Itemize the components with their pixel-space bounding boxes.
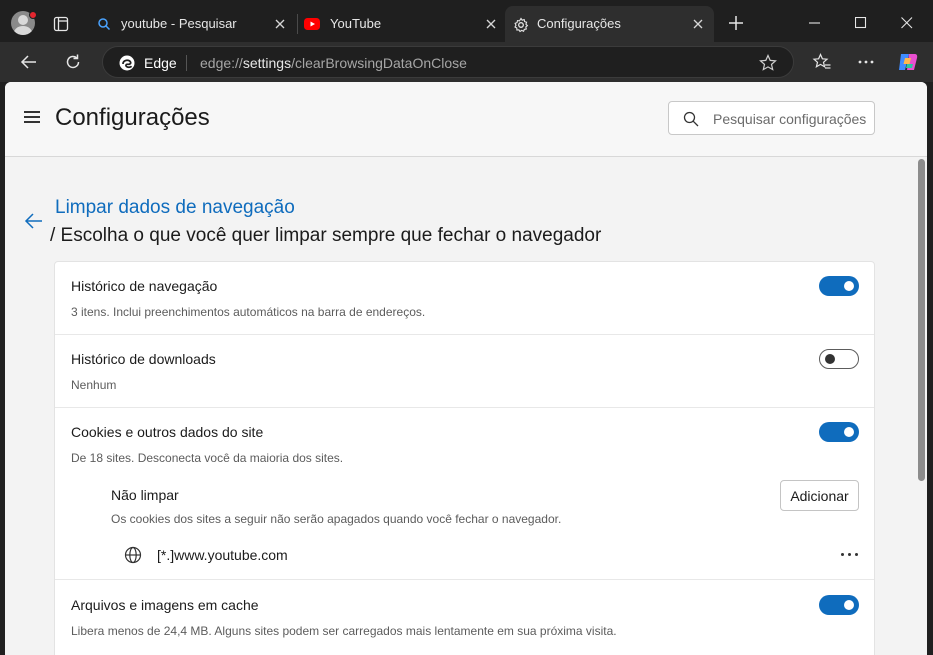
close-icon[interactable] [273, 17, 287, 31]
back-button[interactable] [14, 48, 44, 76]
tab-settings[interactable]: Configurações [505, 6, 714, 44]
favorites-icon [812, 53, 831, 69]
toggle-cookies[interactable] [819, 422, 859, 442]
setting-title: Arquivos e imagens em cache [71, 597, 259, 613]
site-more-button[interactable] [839, 545, 863, 563]
setting-title: Histórico de navegação [71, 278, 218, 294]
row-divider [55, 407, 874, 408]
gear-icon [514, 17, 529, 33]
more-menu-button[interactable] [851, 48, 881, 76]
address-url[interactable]: edge://settings/clearBrowsingDataOnClose [200, 55, 467, 71]
exception-site: [*.]www.youtube.com [157, 547, 288, 563]
search-icon [683, 111, 699, 127]
tab-title: YouTube [330, 16, 382, 31]
tab-actions-button[interactable] [47, 10, 75, 38]
exceptions-title: Não limpar [111, 487, 179, 503]
settings-header: Configurações [5, 82, 927, 157]
tab-title: youtube - Pesquisar [121, 16, 237, 31]
search-icon [98, 18, 111, 31]
close-icon [901, 17, 913, 29]
address-brand: Edge [144, 55, 177, 71]
refresh-button[interactable] [58, 48, 88, 76]
minimize-button[interactable] [792, 8, 838, 38]
settings-page: Configurações Limpar dados de navegação … [5, 82, 927, 655]
add-exception-button[interactable]: Adicionar [780, 480, 859, 511]
edge-logo-icon [119, 55, 135, 71]
profile-notification-badge [29, 11, 37, 19]
row-divider [55, 334, 874, 335]
url-scheme: edge:// [200, 55, 243, 71]
refresh-icon [66, 54, 80, 69]
more-horizontal-icon [858, 60, 874, 64]
plus-icon [729, 16, 743, 30]
youtube-icon [304, 18, 320, 30]
breadcrumb-link[interactable]: Limpar dados de navegação [55, 197, 295, 219]
address-toolbar: Edge edge://settings/clearBrowsingDataOn… [0, 42, 933, 82]
address-bar[interactable]: Edge edge://settings/clearBrowsingDataOn… [102, 46, 794, 78]
tab-youtube-search[interactable]: youtube - Pesquisar [86, 6, 298, 42]
minimize-icon [809, 22, 820, 24]
tab-youtube[interactable]: YouTube [299, 6, 505, 42]
exceptions-description: Os cookies dos sites a seguir não serão … [111, 512, 562, 526]
star-icon[interactable] [758, 53, 778, 73]
breadcrumb-current: / Escolha o que você quer limpar sempre … [50, 225, 602, 246]
setting-description: Nenhum [71, 378, 117, 392]
scrollbar-thumb[interactable] [918, 159, 925, 481]
row-divider [55, 579, 874, 580]
tab-separator [297, 14, 298, 34]
tab-actions-icon [53, 16, 69, 32]
new-tab-button[interactable] [724, 10, 748, 36]
hamburger-menu-button[interactable] [24, 109, 42, 125]
close-icon[interactable] [484, 17, 498, 31]
arrow-left-icon [20, 55, 36, 69]
url-host: settings [242, 55, 292, 71]
globe-icon [124, 546, 142, 564]
setting-description: Libera menos de 24,4 MB. Alguns sites po… [71, 624, 617, 638]
url-path: /clearBrowsingDataOnClose [291, 55, 467, 71]
setting-title: Cookies e outros dados do site [71, 424, 264, 440]
settings-search-input[interactable] [713, 108, 871, 130]
toggle-cached-files[interactable] [819, 595, 859, 615]
page-title: Configurações [55, 104, 210, 131]
maximize-icon [855, 17, 867, 29]
address-separator [186, 55, 187, 71]
tab-title: Configurações [537, 16, 621, 31]
setting-description: 3 itens. Inclui preenchimentos automátic… [71, 305, 426, 319]
close-icon[interactable] [691, 17, 705, 31]
favorites-button[interactable] [807, 48, 837, 76]
arrow-left-icon[interactable] [24, 212, 44, 230]
setting-title: Histórico de downloads [71, 351, 216, 367]
close-window-button[interactable] [884, 8, 930, 38]
toggle-browsing-history[interactable] [819, 276, 859, 296]
copilot-icon[interactable] [896, 50, 920, 74]
settings-search[interactable] [668, 101, 875, 135]
maximize-button[interactable] [838, 8, 884, 38]
clear-on-close-card: Histórico de navegação 3 itens. Inclui p… [54, 261, 875, 655]
tab-strip: youtube - Pesquisar YouTube Configuraçõe… [0, 0, 933, 44]
setting-description: De 18 sites. Desconecta você da maioria … [71, 451, 344, 465]
toggle-download-history[interactable] [819, 349, 859, 369]
